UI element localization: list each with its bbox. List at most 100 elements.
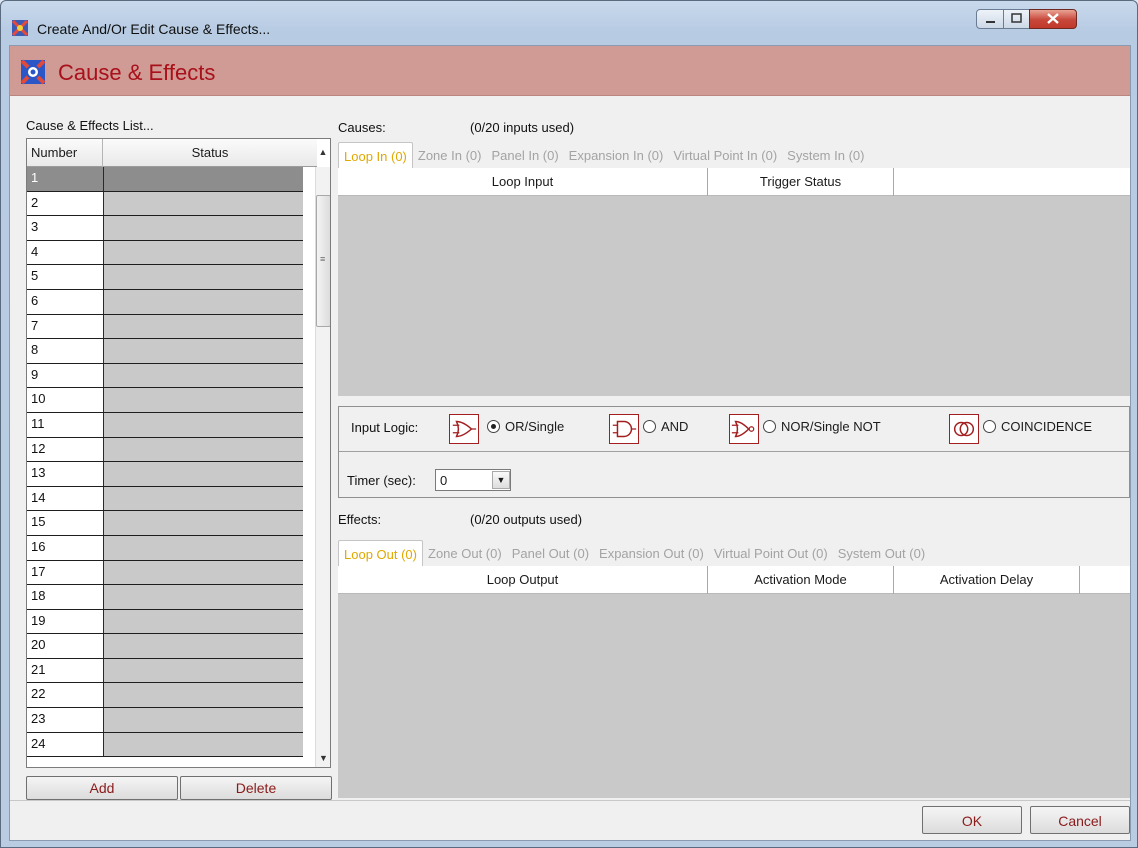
row-number: 19 xyxy=(27,609,104,634)
add-button[interactable]: Add xyxy=(26,776,178,800)
row-number: 20 xyxy=(27,634,104,658)
delete-button[interactable]: Delete xyxy=(180,776,332,800)
list-rows: 1 2 3 4 5 6 7 8 9 10 11 12 13 14 15 16 17 18 19 20 21 22 23 24 xyxy=(27,167,303,758)
table-row[interactable]: 8 xyxy=(27,339,303,364)
close-button[interactable] xyxy=(1029,9,1077,29)
table-row[interactable]: 5 xyxy=(27,265,303,290)
option-label-coincidence: COINCIDENCE xyxy=(1001,419,1093,434)
effects-tab-2[interactable]: Panel Out (0) xyxy=(507,540,594,566)
header-banner: Cause & Effects xyxy=(10,46,1130,96)
causes-tab-4[interactable]: Virtual Point In (0) xyxy=(668,142,782,168)
table-row[interactable]: 12 xyxy=(27,437,303,463)
table-row[interactable]: 16 xyxy=(27,535,303,561)
row-status xyxy=(104,167,303,191)
radio-or-single[interactable] xyxy=(487,420,500,433)
table-row[interactable]: 6 xyxy=(27,289,303,315)
row-status xyxy=(104,363,303,388)
row-status xyxy=(104,462,303,486)
effects-label: Effects: xyxy=(338,512,382,527)
table-row[interactable]: 13 xyxy=(27,462,303,487)
and-gate-icon xyxy=(609,414,639,444)
table-row[interactable]: 14 xyxy=(27,486,303,512)
table-row[interactable]: 24 xyxy=(27,732,303,758)
banner-title: Cause & Effects xyxy=(58,60,216,85)
ok-button[interactable]: OK xyxy=(922,806,1022,834)
table-row[interactable]: 20 xyxy=(27,634,303,659)
timer-select[interactable]: 0 ▼ xyxy=(435,469,511,491)
column-header-loop-output[interactable]: Loop Output xyxy=(338,566,708,594)
column-header-activation-mode[interactable]: Activation Mode xyxy=(708,566,894,594)
dialog-client: Cause & Effects Cause & Effects List... … xyxy=(9,45,1131,841)
app-icon xyxy=(11,19,29,37)
effects-grid[interactable]: Loop Output Activation Mode Activation D… xyxy=(338,566,1130,798)
radio-coincidence[interactable] xyxy=(983,420,996,433)
row-number: 15 xyxy=(27,511,104,535)
column-header-activation-delay[interactable]: Activation Delay xyxy=(894,566,1080,594)
column-header-status[interactable]: Status xyxy=(103,139,317,167)
cancel-button[interactable]: Cancel xyxy=(1030,806,1130,834)
causes-label: Causes: xyxy=(338,120,386,135)
minimize-button[interactable] xyxy=(976,9,1004,29)
row-status xyxy=(104,585,303,609)
radio-and[interactable] xyxy=(643,420,656,433)
table-row[interactable]: 22 xyxy=(27,683,303,709)
chevron-down-icon[interactable]: ▼ xyxy=(492,471,510,489)
effects-tab-0[interactable]: Loop Out (0) xyxy=(338,540,423,566)
causes-tab-3[interactable]: Expansion In (0) xyxy=(564,142,669,168)
maximize-button[interactable] xyxy=(1003,9,1030,29)
causes-tabs: Loop In (0) Zone In (0) Panel In (0) Expans… xyxy=(338,142,1128,168)
effects-tab-5[interactable]: System Out (0) xyxy=(833,540,930,566)
column-header-number[interactable]: Number xyxy=(27,139,103,167)
row-status xyxy=(104,289,303,314)
row-status xyxy=(104,560,303,585)
row-status xyxy=(104,388,303,412)
causes-tab-5[interactable]: System In (0) xyxy=(782,142,869,168)
table-row[interactable]: 23 xyxy=(27,708,303,733)
effects-tab-4[interactable]: Virtual Point Out (0) xyxy=(709,540,833,566)
input-logic-label: Input Logic: xyxy=(351,420,419,435)
cause-effects-list[interactable]: Number Status 1 2 3 4 5 6 7 8 9 10 11 12 13 14 15 16 17 1… xyxy=(26,138,331,768)
table-row[interactable]: 10 xyxy=(27,388,303,413)
row-status xyxy=(104,634,303,658)
row-status xyxy=(104,535,303,560)
table-row[interactable]: 4 xyxy=(27,240,303,266)
table-row[interactable]: 11 xyxy=(27,412,303,438)
table-row[interactable]: 7 xyxy=(27,314,303,340)
causes-grid-header: Loop Input Trigger Status xyxy=(338,168,1130,196)
table-row[interactable]: 9 xyxy=(27,363,303,389)
vertical-scrollbar[interactable]: ≡ ▼ xyxy=(315,167,330,767)
effects-tab-3[interactable]: Expansion Out (0) xyxy=(594,540,709,566)
row-number: 21 xyxy=(27,658,104,683)
table-row[interactable]: 18 xyxy=(27,585,303,610)
row-number: 22 xyxy=(27,683,104,708)
scroll-up-icon[interactable]: ▲ xyxy=(318,147,328,171)
scroll-down-icon[interactable]: ▼ xyxy=(316,753,330,767)
column-header-loop-input[interactable]: Loop Input xyxy=(338,168,708,196)
row-number: 4 xyxy=(27,240,104,265)
row-status xyxy=(104,511,303,535)
row-status xyxy=(104,216,303,240)
row-status xyxy=(104,486,303,511)
row-status xyxy=(104,412,303,437)
column-header-trigger-status[interactable]: Trigger Status xyxy=(708,168,894,196)
causes-tab-2[interactable]: Panel In (0) xyxy=(486,142,563,168)
scrollbar-thumb[interactable]: ≡ xyxy=(316,195,330,327)
table-row[interactable]: 2 xyxy=(27,191,303,217)
row-status xyxy=(104,437,303,462)
table-row[interactable]: 17 xyxy=(27,560,303,586)
table-row[interactable]: 3 xyxy=(27,216,303,241)
effects-tab-1[interactable]: Zone Out (0) xyxy=(423,540,507,566)
causes-grid[interactable]: Loop Input Trigger Status xyxy=(338,168,1130,396)
title-bar[interactable]: Create And/Or Edit Cause & Effects... xyxy=(1,1,1137,45)
radio-nor-single-not[interactable] xyxy=(763,420,776,433)
table-row[interactable]: 19 xyxy=(27,609,303,635)
grip-icon: ≡ xyxy=(320,254,326,264)
row-status xyxy=(104,683,303,708)
causes-tab-0[interactable]: Loop In (0) xyxy=(338,142,413,168)
table-row[interactable]: 21 xyxy=(27,658,303,684)
table-row[interactable]: 1 xyxy=(27,167,303,192)
row-status xyxy=(104,609,303,634)
causes-tab-1[interactable]: Zone In (0) xyxy=(413,142,487,168)
table-row[interactable]: 15 xyxy=(27,511,303,536)
cause-effect-icon xyxy=(20,59,46,85)
